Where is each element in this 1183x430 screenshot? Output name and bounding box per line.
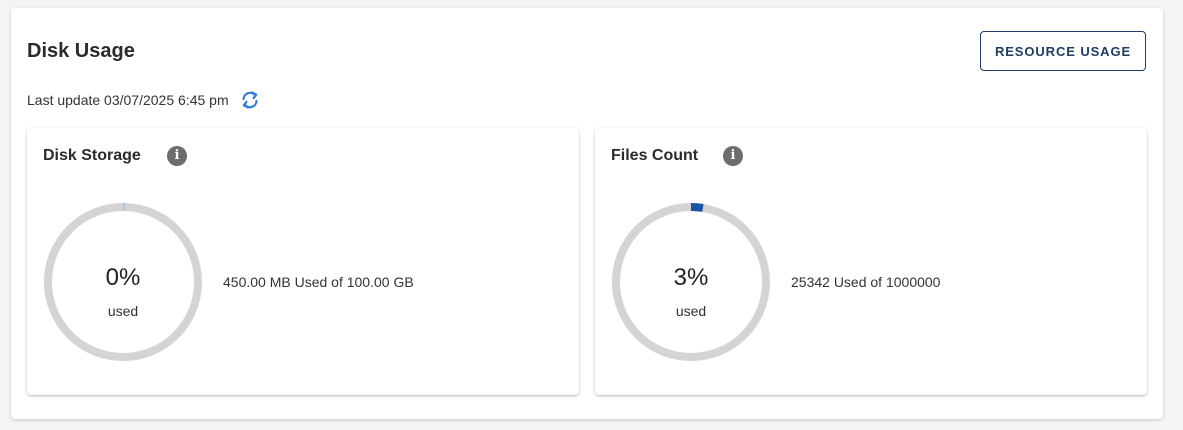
last-update-row: Last update 03/07/2025 6:45 pm	[27, 90, 261, 110]
disk-storage-title: Disk Storage	[43, 147, 141, 164]
files-count-title: Files Count	[611, 147, 699, 164]
disk-storage-percent: 0%	[105, 264, 141, 291]
info-icon[interactable]: i	[723, 146, 743, 166]
page-title: Disk Usage	[27, 40, 135, 62]
last-update-text: Last update 03/07/2025 6:45 pm	[27, 92, 229, 108]
disk-storage-used-label: used	[107, 303, 139, 319]
disk-usage-panel: Disk Usage RESOURCE USAGE Last update 03…	[11, 8, 1163, 419]
resource-usage-button[interactable]: RESOURCE USAGE	[980, 31, 1146, 71]
refresh-icon[interactable]	[239, 89, 261, 111]
files-count-used-label: used	[675, 303, 707, 319]
files-count-card: Files Count i 3% used 25342 Used of 1000…	[595, 128, 1147, 395]
files-count-donut: 3% used	[611, 202, 771, 362]
donut-arc	[690, 203, 704, 212]
files-count-percent: 3%	[673, 264, 709, 291]
disk-storage-usage-text: 450.00 MB Used of 100.00 GB	[223, 274, 414, 290]
info-icon[interactable]: i	[167, 146, 187, 166]
disk-storage-card: Disk Storage i 0% used 450.00 MB Used of…	[27, 128, 579, 395]
disk-storage-donut: 0% used	[43, 202, 203, 362]
files-count-usage-text: 25342 Used of 1000000	[791, 274, 941, 290]
